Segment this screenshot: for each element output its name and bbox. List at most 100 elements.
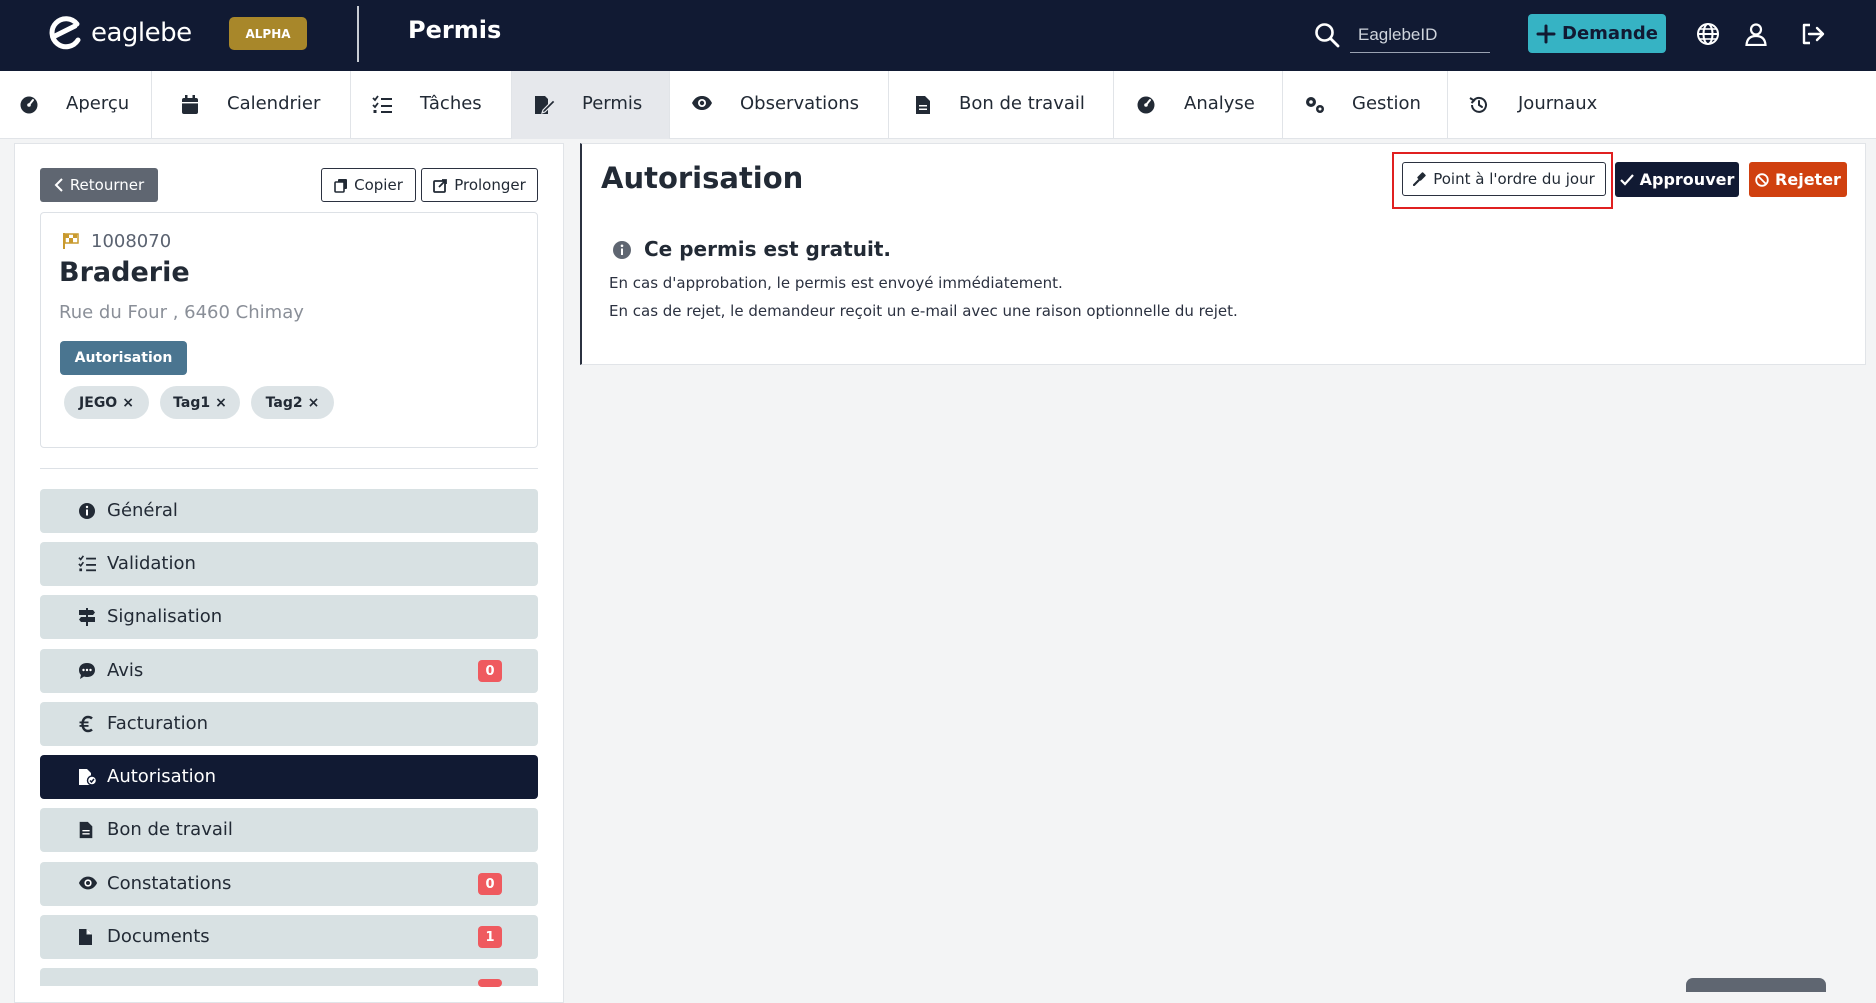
sidebar-item-documents[interactable]: Documents 1 xyxy=(40,915,538,959)
file-icon xyxy=(79,929,92,945)
sidebar-item-avis[interactable]: Avis 0 xyxy=(40,649,538,693)
back-button[interactable]: Retourner xyxy=(40,168,158,202)
tab-apercu[interactable]: Aperçu xyxy=(0,71,152,139)
tab-label: Permis xyxy=(582,93,643,114)
info-title: Ce permis est gratuit. xyxy=(644,237,891,261)
approve-button[interactable]: Approuver xyxy=(1615,162,1739,197)
tab-label: Aperçu xyxy=(66,93,130,114)
header-divider xyxy=(357,6,359,62)
app-title: Permis xyxy=(408,16,502,44)
sidebar-item-autorisation[interactable]: Autorisation xyxy=(40,755,538,799)
tab-label: Analyse xyxy=(1184,93,1255,114)
extend-icon xyxy=(433,178,448,193)
permit-address: Rue du Four , 6460 Chimay xyxy=(59,302,304,323)
sidebar-item-label: Validation xyxy=(107,553,196,574)
euro-icon xyxy=(79,715,93,733)
back-button-label: Retourner xyxy=(69,176,145,194)
search-input[interactable] xyxy=(1350,17,1490,53)
tag-label: JEGO xyxy=(79,394,118,411)
tab-label: Tâches xyxy=(420,93,482,114)
tab-label: Gestion xyxy=(1352,93,1421,114)
info-line: En cas d'approbation, le permis est envo… xyxy=(609,274,1063,292)
sidebar-item-label: Autorisation xyxy=(107,766,217,787)
extend-button-label: Prolonger xyxy=(454,176,526,194)
sidebar-item-label: Documents xyxy=(107,926,210,947)
highlight-box xyxy=(1392,152,1613,209)
tab-gestion[interactable]: Gestion xyxy=(1283,71,1448,139)
signpost-icon xyxy=(79,608,95,626)
permit-number: 1008070 xyxy=(91,231,172,252)
remove-tag-icon[interactable]: × xyxy=(122,395,134,411)
chevron-left-icon xyxy=(54,178,63,192)
permit-type-badge: Autorisation xyxy=(60,341,187,375)
tab-label: Journaux xyxy=(1518,93,1598,114)
extend-button[interactable]: Prolonger xyxy=(421,168,538,202)
tab-analyse[interactable]: Analyse xyxy=(1114,71,1283,139)
new-request-label: Demande xyxy=(1562,23,1658,44)
sidebar-item-label: Facturation xyxy=(107,713,209,734)
sidebar-divider xyxy=(40,468,538,469)
permit-icon xyxy=(535,96,556,114)
count-badge: 0 xyxy=(478,873,502,895)
logout-icon[interactable] xyxy=(1800,22,1826,46)
history-icon xyxy=(1469,96,1487,113)
document-icon xyxy=(916,96,930,114)
top-navbar: eaglebe ALPHA Permis Demande xyxy=(0,0,1876,71)
app-logo[interactable]: eaglebe xyxy=(47,16,192,50)
page-title: Autorisation xyxy=(601,161,804,195)
tag-chip[interactable]: JEGO × xyxy=(64,386,149,419)
tag-chip[interactable]: Tag1 × xyxy=(160,386,240,419)
tag-label: Tag1 xyxy=(173,394,211,411)
user-icon[interactable] xyxy=(1744,22,1768,46)
tasks-icon xyxy=(78,555,96,572)
tab-label: Calendrier xyxy=(227,93,321,114)
eye-icon xyxy=(78,876,98,890)
tab-taches[interactable]: Tâches xyxy=(351,71,512,139)
tab-calendrier[interactable]: Calendrier xyxy=(152,71,351,139)
tab-label: Observations xyxy=(740,93,859,114)
document-icon xyxy=(79,821,93,839)
ban-icon xyxy=(1755,172,1769,187)
tab-label: Bon de travail xyxy=(959,93,1085,114)
count-badge: 0 xyxy=(478,660,502,682)
copy-button-label: Copier xyxy=(354,176,403,194)
tab-observations[interactable]: Observations xyxy=(670,71,889,139)
sidebar-item-signalisation[interactable]: Signalisation xyxy=(40,595,538,639)
tasks-icon xyxy=(372,95,392,113)
checkered-flag-icon xyxy=(63,233,79,249)
dashboard-icon xyxy=(20,96,38,114)
reject-label: Rejeter xyxy=(1775,170,1841,189)
eye-icon xyxy=(692,96,712,110)
copy-button[interactable]: Copier xyxy=(321,168,416,202)
info-icon xyxy=(79,503,95,519)
search-icon[interactable] xyxy=(1314,22,1340,48)
sidebar-item-general[interactable]: Général xyxy=(40,489,538,533)
copy-icon xyxy=(334,178,348,193)
sidebar-item-label: Général xyxy=(107,500,178,521)
sidebar-item-bon-de-travail[interactable]: Bon de travail xyxy=(40,808,538,852)
tab-permis[interactable]: Permis xyxy=(512,71,670,139)
calendar-icon xyxy=(182,95,198,114)
sidebar-item-partial[interactable] xyxy=(40,968,538,987)
tag-chip[interactable]: Tag2 × xyxy=(251,386,334,419)
sidebar-item-constatations[interactable]: Constatations 0 xyxy=(40,862,538,906)
new-request-button[interactable]: Demande xyxy=(1528,14,1666,53)
tab-bon-de-travail[interactable]: Bon de travail xyxy=(889,71,1114,139)
sidebar-item-facturation[interactable]: Facturation xyxy=(40,702,538,746)
gears-icon xyxy=(1306,97,1324,113)
globe-icon[interactable] xyxy=(1696,22,1720,46)
tab-journaux[interactable]: Journaux xyxy=(1448,71,1628,139)
dashboard-icon xyxy=(1137,96,1155,114)
tag-label: Tag2 xyxy=(265,394,303,411)
remove-tag-icon[interactable]: × xyxy=(215,395,227,411)
info-icon xyxy=(613,241,631,259)
sidebar-item-label: Signalisation xyxy=(107,606,223,627)
reject-button[interactable]: Rejeter xyxy=(1749,162,1847,197)
sidebar-item-label: Bon de travail xyxy=(107,819,233,840)
remove-tag-icon[interactable]: × xyxy=(308,395,320,411)
sidebar-item-validation[interactable]: Validation xyxy=(40,542,538,586)
info-line: En cas de rejet, le demandeur reçoit un … xyxy=(609,302,1238,320)
plus-icon xyxy=(1536,24,1556,43)
sidebar-item-label: Avis xyxy=(107,660,144,681)
floating-widget[interactable] xyxy=(1686,978,1826,992)
